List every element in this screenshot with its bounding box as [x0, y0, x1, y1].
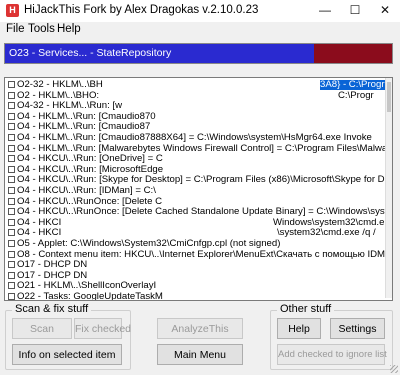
analyzethis-button[interactable]: AnalyzeThis: [157, 318, 243, 339]
checkbox[interactable]: [8, 250, 15, 258]
checkbox[interactable]: [8, 144, 15, 152]
checkbox[interactable]: [8, 218, 15, 226]
checkbox[interactable]: [8, 165, 15, 173]
list-item[interactable]: O4 - HKLM\..\Run: [Cmaudio87888X64] = C:…: [5, 133, 385, 144]
list-item-text: O4 - HKLM\..\Run: [Cmaudio87888X64] = C:…: [17, 133, 372, 143]
checkbox[interactable]: [8, 271, 15, 279]
list-item[interactable]: O5 - Applet: C:\Windows\System32\CmiCnfg…: [5, 239, 385, 250]
resize-grip[interactable]: [390, 365, 398, 373]
list-item[interactable]: O17 - DHCP DN: [5, 271, 385, 282]
list-item-text: O4 - HKCU\..\RunOnce: [Delete C: [17, 196, 163, 207]
fix-checked-button[interactable]: Fix checked: [74, 318, 131, 339]
checkbox[interactable]: [8, 292, 15, 300]
list-item-text: O4 - HKCU\..\Run: [OneDrive] = C: [17, 154, 163, 165]
list-item-text: O17 - DHCP DN: [17, 260, 88, 271]
selected-item-highlight: 3A8} - C:\Progr: [320, 80, 385, 90]
list-item-text: O4 - HKCU\..\Run: [Skype for Desktop] = …: [17, 175, 385, 186]
window-title: HiJackThis Fork by Alex Dragokas v.2.10.…: [24, 4, 259, 16]
list-item-text: O21 - HKLM\..\ShellIconOverlayI: [17, 281, 157, 292]
menu-help[interactable]: Help: [57, 23, 81, 35]
results-list[interactable]: O2-32 - HKLM\..\BH O2 - HKLM\..\BHO: O4-32…: [4, 77, 393, 301]
status-banner: O23 - Services... - StateRepository: [4, 43, 393, 64]
list-item-fragment: \system32\cmd.exe /q /: [277, 227, 376, 239]
list-item-text: O4 - HKCI: [17, 217, 62, 228]
list-item[interactable]: O17 - DHCP DN: [5, 260, 385, 271]
checkbox[interactable]: [8, 133, 15, 141]
checkbox[interactable]: [8, 91, 15, 99]
list-item[interactable]: O4 - HKLM\..\Run: [Malwarebytes Windows …: [5, 144, 385, 155]
vertical-scrollbar[interactable]: [385, 78, 392, 298]
list-item[interactable]: O4 - HKCU\..\Run: [OneDrive] = C: [5, 154, 385, 165]
help-button[interactable]: Help: [277, 318, 321, 339]
list-item-text: O5 - Applet: C:\Windows\System32\CmiCnfg…: [17, 239, 281, 249]
scan-fix-group-title: Scan & fix stuff: [12, 303, 92, 315]
list-item-text: O2 - HKLM\..\BHO:: [17, 90, 100, 101]
list-item-text: O4 - HKCU\..\RunOnce: [Delete Cached Sta…: [17, 207, 385, 218]
checkbox[interactable]: [8, 186, 15, 194]
banner-red-segment: [314, 44, 392, 63]
main-menu-button[interactable]: Main Menu: [157, 344, 243, 365]
list-item-text: O22 - Tasks: GoogleUpdateTaskM: [17, 292, 163, 301]
checkbox[interactable]: [8, 282, 15, 290]
hijackthis-app-icon: H: [6, 4, 19, 17]
banner-text: O23 - Services... - StateRepository: [9, 47, 172, 59]
info-on-selected-item-button[interactable]: Info on selected item: [12, 344, 122, 365]
list-item[interactable]: O4 - HKCU\..\RunOnce: [Delete C: [5, 197, 385, 208]
checkbox[interactable]: [8, 80, 15, 88]
checkbox[interactable]: [8, 176, 15, 184]
maximize-button[interactable]: ☐: [340, 0, 370, 22]
list-item-text: O8 - Context menu item: HKCU\..\Internet…: [17, 249, 385, 260]
list-item-text: O4 - HKCU\..\Run: [IDMan] = C:\: [17, 186, 156, 196]
scrollbar-thumb[interactable]: [387, 82, 391, 112]
list-item-fragment: C:\Progr: [338, 89, 374, 102]
checkbox[interactable]: [8, 261, 15, 269]
list-item-text: O4-32 - HKLM\..\Run: [w: [17, 101, 123, 112]
minimize-button[interactable]: —: [310, 0, 340, 22]
settings-button[interactable]: Settings: [330, 318, 385, 339]
list-item[interactable]: O4 - HKCU\..\Run: [Skype for Desktop] = …: [5, 175, 385, 186]
list-item[interactable]: O4 - HKCU\..\Run: [IDMan] = C:\: [5, 186, 385, 197]
title-bar: H HiJackThis Fork by Alex Dragokas v.2.1…: [0, 0, 400, 22]
list-item[interactable]: O22 - Tasks: GoogleUpdateTaskM: [5, 292, 385, 301]
menu-bar: File Tools Help: [0, 22, 400, 38]
checkbox[interactable]: [8, 123, 15, 131]
checkbox[interactable]: [8, 208, 15, 216]
list-item-text: O4 - HKCU\..\Run: [MicrosoftEdge: [17, 164, 164, 175]
list-item[interactable]: O8 - Context menu item: HKCU\..\Internet…: [5, 250, 385, 261]
menu-tools[interactable]: Tools: [28, 23, 55, 35]
scan-button[interactable]: Scan: [12, 318, 72, 339]
list-item-text: O4 - HKLM\..\Run: [Cmaudio870: [17, 111, 156, 122]
checkbox[interactable]: [8, 239, 15, 247]
list-item-text: O4 - HKCI: [17, 228, 62, 239]
list-item[interactable]: O21 - HKLM\..\ShellIconOverlayI: [5, 281, 385, 292]
checkbox[interactable]: [8, 112, 15, 120]
checkbox[interactable]: [8, 102, 15, 110]
checkbox[interactable]: [8, 155, 15, 163]
list-item-text: O4 - HKLM\..\Run: [Malwarebytes Windows …: [17, 143, 385, 154]
list-item[interactable]: O4 - HKLM\..\Run: [Cmaudio870: [5, 112, 385, 123]
list-item[interactable]: O4 - HKLM\..\Run: [Cmaudio87: [5, 122, 385, 133]
checkbox[interactable]: [8, 197, 15, 205]
list-item[interactable]: O4 - HKCU\..\Run: [MicrosoftEdge: [5, 165, 385, 176]
list-item-text: O17 - DHCP DN: [17, 270, 88, 281]
checkbox[interactable]: [8, 229, 15, 237]
list-item-text: O4 - HKLM\..\Run: [Cmaudio87: [17, 122, 151, 133]
close-button[interactable]: ✕: [370, 0, 400, 22]
list-item[interactable]: O2 - HKLM\..\BHO:: [5, 91, 385, 102]
list-item-text: O2-32 - HKLM\..\BH: [17, 80, 103, 90]
other-stuff-group-title: Other stuff: [277, 303, 335, 315]
add-checked-to-ignore-list-button[interactable]: Add checked to ignore list: [277, 344, 387, 365]
menu-file[interactable]: File: [6, 23, 25, 35]
list-item[interactable]: O4-32 - HKLM\..\Run: [w: [5, 101, 385, 112]
